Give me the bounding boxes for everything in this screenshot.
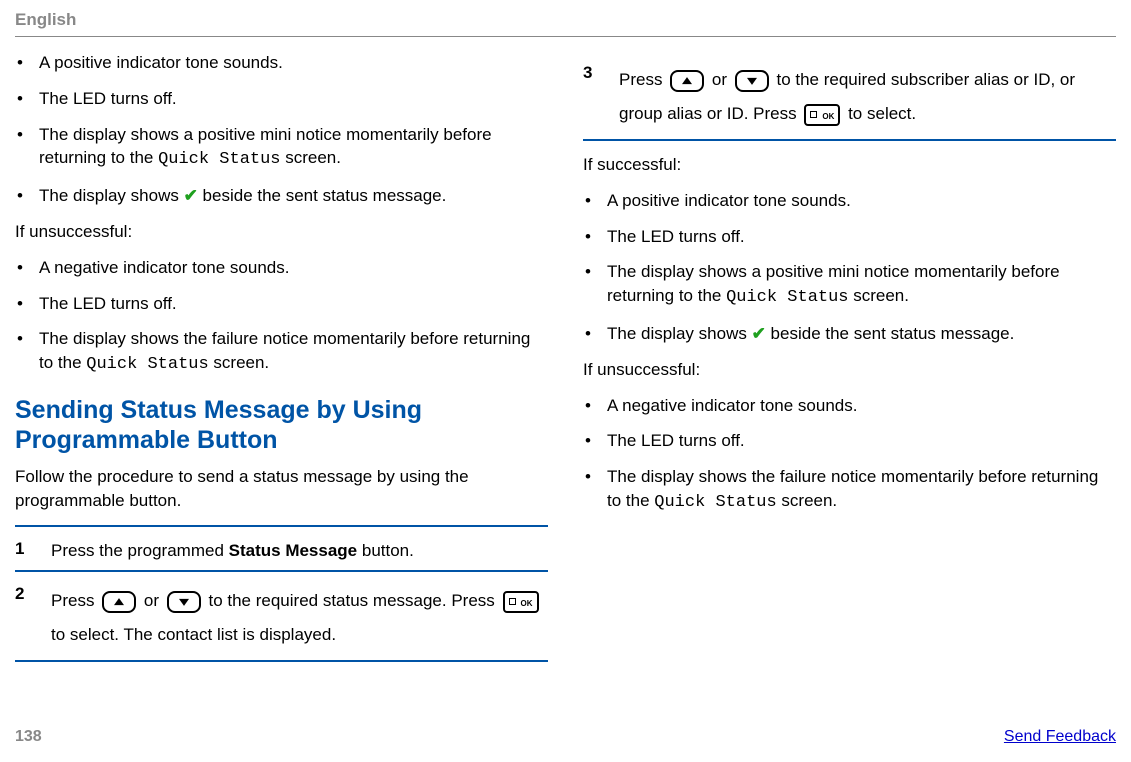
successful-label: If successful: — [583, 153, 1116, 177]
content-columns: •A positive indicator tone sounds. •The … — [15, 51, 1116, 662]
list-item: •A positive indicator tone sounds. — [583, 189, 1116, 213]
ok-key-icon — [804, 104, 840, 126]
list-item: •A negative indicator tone sounds. — [583, 394, 1116, 418]
step-2: 2 Press or to the required status messag… — [15, 570, 548, 662]
up-arrow-key-icon — [670, 70, 704, 92]
list-item: •The LED turns off. — [583, 225, 1116, 249]
unsuccessful-label: If unsuccessful: — [15, 220, 548, 244]
list-item: •The LED turns off. — [15, 292, 548, 316]
page-footer: 138 Send Feedback — [15, 728, 1116, 746]
step-3: 3 Press or to the required subscriber al… — [583, 51, 1116, 141]
section-heading: Sending Status Message by Using Programm… — [15, 395, 548, 455]
checkmark-icon: ✔ — [752, 324, 766, 343]
send-feedback-link[interactable]: Send Feedback — [1004, 728, 1116, 746]
step-number: 3 — [583, 63, 609, 83]
list-item: •The display shows ✔ beside the sent sta… — [583, 322, 1116, 346]
step-number: 1 — [15, 539, 41, 559]
list-item: •A negative indicator tone sounds. — [15, 256, 548, 280]
unsuccess-list-left: •A negative indicator tone sounds. •The … — [15, 256, 548, 377]
list-item: •The display shows ✔ beside the sent sta… — [15, 184, 548, 208]
list-item: •The display shows a positive mini notic… — [15, 123, 548, 173]
list-item: •The display shows the failure notice mo… — [583, 465, 1116, 515]
list-item: •The display shows a positive mini notic… — [583, 260, 1116, 310]
header-divider — [15, 36, 1116, 37]
right-column: 3 Press or to the required subscriber al… — [583, 51, 1116, 662]
success-list-left: •A positive indicator tone sounds. •The … — [15, 51, 548, 208]
step-1: 1 Press the programmed Status Message bu… — [15, 525, 548, 571]
page-number: 138 — [15, 728, 42, 746]
checkmark-icon: ✔ — [184, 186, 198, 205]
unsuccess-list-right: •A negative indicator tone sounds. •The … — [583, 394, 1116, 515]
header-language: English — [15, 10, 1116, 30]
down-arrow-key-icon — [735, 70, 769, 92]
ok-key-icon — [503, 591, 539, 613]
down-arrow-key-icon — [167, 591, 201, 613]
list-item: •The LED turns off. — [583, 429, 1116, 453]
up-arrow-key-icon — [102, 591, 136, 613]
success-list-right: •A positive indicator tone sounds. •The … — [583, 189, 1116, 346]
unsuccessful-label-right: If unsuccessful: — [583, 358, 1116, 382]
list-item: •The display shows the failure notice mo… — [15, 327, 548, 377]
section-description: Follow the procedure to send a status me… — [15, 465, 548, 513]
step-number: 2 — [15, 584, 41, 604]
list-item: •The LED turns off. — [15, 87, 548, 111]
left-column: •A positive indicator tone sounds. •The … — [15, 51, 548, 662]
list-item: •A positive indicator tone sounds. — [15, 51, 548, 75]
